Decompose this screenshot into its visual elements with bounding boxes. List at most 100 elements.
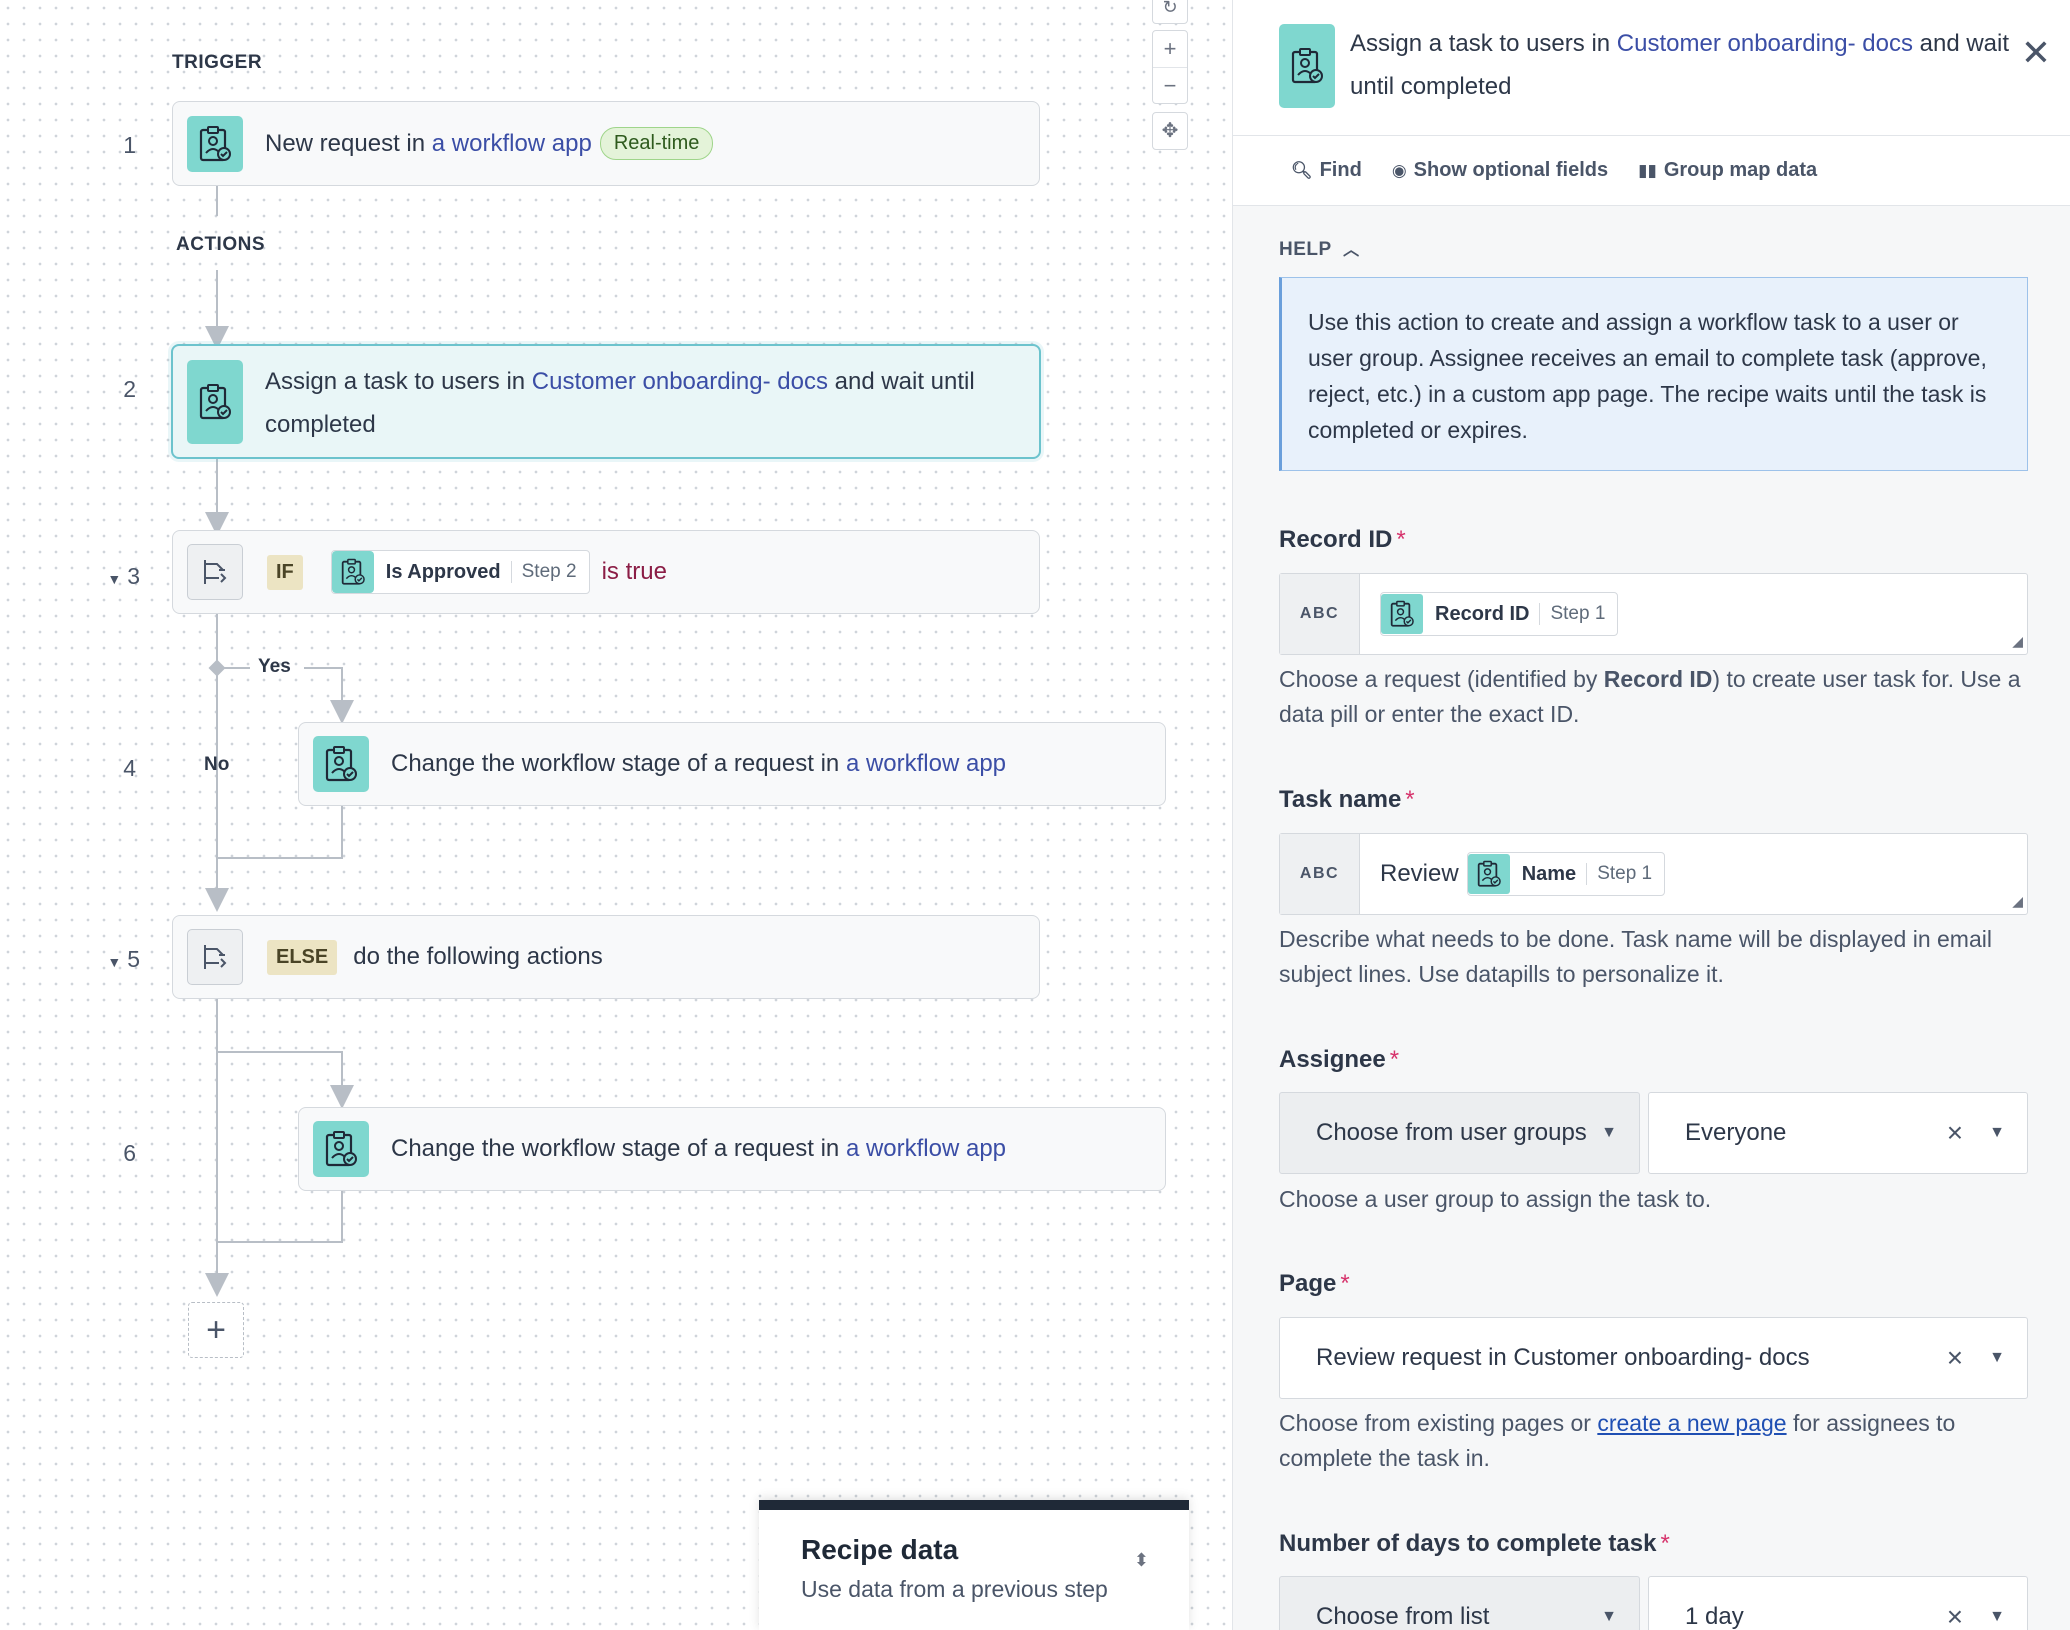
record-id-pill[interactable]: Record ID Step 1 <box>1380 592 1619 636</box>
text-type-indicator: ABC <box>1280 574 1360 654</box>
workflow-app-icon <box>1467 854 1510 894</box>
chevron-up-icon: ︿ <box>1343 242 1360 259</box>
fit-control[interactable]: ✥ <box>1152 112 1188 150</box>
step-4-text: Change the workflow stage of a request i… <box>391 750 1007 777</box>
text-type-indicator: ABC <box>1280 834 1360 914</box>
assignee-mode-select[interactable]: Choose from user groups ▼ <box>1279 1092 1640 1174</box>
search-icon: 🔍︎ <box>1291 160 1313 180</box>
step-config-panel: Assign a task to users in Customer onboa… <box>1232 0 2070 1630</box>
caret-down-icon: ▼ <box>1989 1349 2005 1366</box>
find-button[interactable]: 🔍︎ Find <box>1291 159 1362 182</box>
step-number-4: 4 <box>123 755 136 781</box>
else-text: do the following actions <box>353 943 603 970</box>
pill-step: Step 2 <box>510 561 589 583</box>
step-number-5[interactable]: ▼ 5 <box>96 946 140 973</box>
if-tag: IF <box>267 554 303 590</box>
recipe-data-panel[interactable]: Recipe data Use data from a previous ste… <box>759 1500 1189 1630</box>
recipe-data-subtitle: Use data from a previous step <box>801 1576 1108 1602</box>
else-tag: ELSE <box>267 939 338 975</box>
step-2-action[interactable]: Assign a task to users in Customer onboa… <box>171 344 1041 459</box>
record-id-field[interactable]: ABC Record ID Step 1 ◢ <box>1279 573 2028 655</box>
step-4-app-link[interactable]: a workflow app <box>846 750 1006 777</box>
branch-no-label: No <box>204 754 230 775</box>
show-optional-fields-button[interactable]: ◉ Show optional fields <box>1392 159 1608 182</box>
panel-header: Assign a task to users in Customer onboa… <box>1233 0 2070 136</box>
resize-handle-icon[interactable]: ◢ <box>2012 633 2023 650</box>
days-label: Number of days to complete task * <box>1279 1530 1670 1557</box>
panel-toolbar: 🔍︎ Find ◉ Show optional fields ▮▮ Group map… <box>1233 136 2070 206</box>
actions-label: ACTIONS <box>176 234 265 255</box>
task-name-text: Review <box>1380 860 1459 887</box>
clear-icon[interactable]: × <box>1947 1342 1963 1374</box>
add-step-button[interactable]: + <box>188 1302 244 1358</box>
condition-text: is true <box>601 558 667 585</box>
step-3-if[interactable]: IF Is Approved Step 2 is true <box>172 530 1040 614</box>
task-name-hint: Describe what needs to be done. Task nam… <box>1279 926 1992 987</box>
panel-body[interactable]: HELP ︿ Use this action to create and ass… <box>1233 206 2070 1630</box>
step-2-text: Assign a task to users in Customer onboa… <box>265 368 975 438</box>
branch-icon <box>187 544 243 600</box>
eye-icon: ◉ <box>1391 160 1407 180</box>
step-5-else[interactable]: ELSE do the following actions <box>172 915 1040 999</box>
step-2-app-link[interactable]: Customer onboarding- docs <box>532 368 828 395</box>
zoom-controls: + − <box>1152 30 1188 104</box>
caret-down-icon: ▼ <box>1601 1124 1617 1141</box>
days-mode-select[interactable]: Choose from list ▼ <box>1279 1576 1640 1630</box>
record-id-hint: Choose a request (identified by Record I… <box>1279 666 2021 727</box>
collapse-caret-icon[interactable]: ▼ <box>107 954 121 970</box>
page-hint: Choose from existing pages or create a n… <box>1279 1410 1956 1471</box>
is-approved-pill[interactable]: Is Approved Step 2 <box>330 550 590 594</box>
record-id-label: Record ID * <box>1279 526 1406 553</box>
step-1-app-link[interactable]: a workflow app <box>432 130 592 157</box>
resize-handle-icon[interactable]: ◢ <box>2012 893 2023 910</box>
step-4-action[interactable]: Change the workflow stage of a request i… <box>298 722 1166 806</box>
workflow-app-icon <box>1279 24 1335 108</box>
days-value-select[interactable]: 1 day × ▼ <box>1648 1576 2028 1630</box>
group-icon: ▮▮ <box>1638 160 1657 180</box>
caret-down-icon: ▼ <box>1601 1608 1617 1625</box>
step-6-action[interactable]: Change the workflow stage of a request i… <box>298 1107 1166 1191</box>
step-6-app-link[interactable]: a workflow app <box>846 1135 1006 1162</box>
workflow-app-icon <box>1381 594 1423 634</box>
pill-name: Is Approved <box>385 560 501 583</box>
group-map-data-button[interactable]: ▮▮ Group map data <box>1638 159 1817 182</box>
help-box: Use this action to create and assign a w… <box>1279 277 2028 471</box>
zoom-in-icon[interactable]: + <box>1153 31 1187 67</box>
zoom-reset-control[interactable]: ↻ <box>1152 0 1188 24</box>
caret-down-icon: ▼ <box>1989 1124 2005 1141</box>
page-select[interactable]: Review request in Customer onboarding- d… <box>1279 1317 2028 1399</box>
zoom-out-icon[interactable]: − <box>1153 67 1187 103</box>
expand-collapse-icon[interactable]: ⬍ <box>1134 1550 1149 1571</box>
realtime-badge: Real-time <box>599 127 714 160</box>
step-number-1: 1 <box>123 132 136 158</box>
help-toggle[interactable]: HELP ︿ <box>1279 236 1360 261</box>
reset-icon[interactable]: ↻ <box>1153 0 1187 25</box>
task-name-field[interactable]: ABC Review Name Step 1 ◢ <box>1279 833 2028 915</box>
trigger-label: TRIGGER <box>172 52 263 73</box>
panel-title-app-link[interactable]: Customer onboarding- docs <box>1617 30 1913 57</box>
recipe-canvas[interactable]: TRIGGER ACTIONS 1 New request in a workf… <box>0 0 1232 1630</box>
step-1-trigger[interactable]: New request in a workflow app Real-time <box>172 101 1040 186</box>
panel-title: Assign a task to users in Customer onboa… <box>1350 30 2010 100</box>
caret-down-icon: ▼ <box>1989 1608 2005 1625</box>
step-number-6: 6 <box>123 1140 136 1166</box>
workflow-app-icon <box>313 736 369 792</box>
step-1-text: New request in a workflow app <box>265 129 592 157</box>
close-icon[interactable]: ✕ <box>2021 32 2051 74</box>
fit-view-icon[interactable]: ✥ <box>1153 113 1187 149</box>
workflow-app-icon <box>187 360 243 444</box>
create-new-page-link[interactable]: create a new page <box>1597 1410 1786 1436</box>
branch-icon <box>187 929 243 985</box>
collapse-caret-icon[interactable]: ▼ <box>107 571 121 587</box>
recipe-data-title: Recipe data <box>801 1534 959 1565</box>
workflow-app-icon <box>331 551 374 593</box>
assignee-value-select[interactable]: Everyone × ▼ <box>1648 1092 2028 1174</box>
assignee-hint: Choose a user group to assign the task t… <box>1279 1186 1712 1212</box>
workflow-app-icon <box>313 1121 369 1177</box>
workflow-app-icon <box>187 115 243 172</box>
clear-icon[interactable]: × <box>1947 1601 1963 1630</box>
clear-icon[interactable]: × <box>1947 1117 1963 1149</box>
step-number-2: 2 <box>123 376 136 402</box>
step-number-3[interactable]: ▼ 3 <box>96 563 140 590</box>
name-pill[interactable]: Name Step 1 <box>1466 852 1666 896</box>
